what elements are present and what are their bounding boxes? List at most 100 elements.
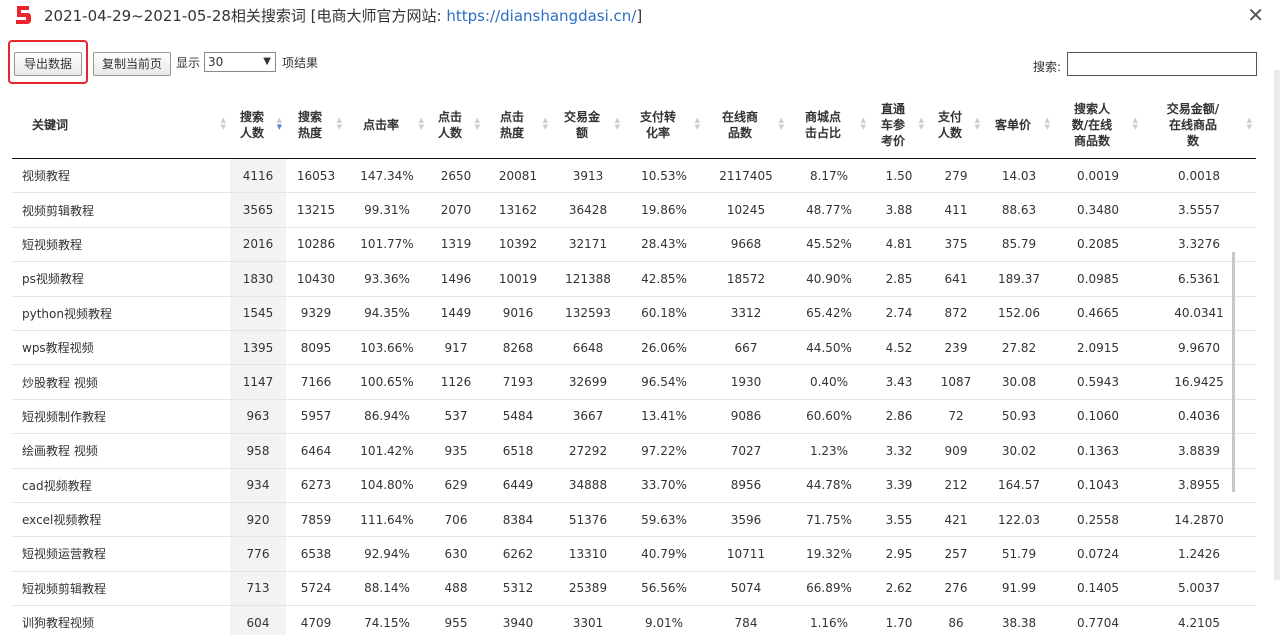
column-header-label: 关键词 <box>32 118 69 132</box>
table-cell: 212 <box>928 468 984 503</box>
page-size-select[interactable]: 30 ▼ <box>204 52 276 72</box>
results-table: 关键词 ▲ ▼ 搜索 人数 ▲ ▼ 搜索 热度 ▲ ▼ 点击率 ▲ ▼ 点击 人数 ▲ ▼ 点击 热度 ▲ ▼ 交易金额 ▲ ▼… <box>12 92 1256 635</box>
column-header-label: 搜索 热度 <box>297 110 322 140</box>
sort-icon[interactable]: ▲ ▼ <box>277 117 282 131</box>
table-cell: 9086 <box>704 399 788 435</box>
table-cell: 104.80% <box>346 468 428 503</box>
sort-icon[interactable]: ▲ ▼ <box>695 117 700 131</box>
column-header[interactable]: 商城点 击占比 ▲ ▼ <box>788 92 870 159</box>
table-cell: 934 <box>230 468 286 503</box>
table-cell: 5724 <box>286 571 346 607</box>
table-cell: 958 <box>230 433 286 469</box>
table-cell: 5957 <box>286 399 346 435</box>
column-header[interactable]: 在线商 品数 ▲ ▼ <box>704 92 788 159</box>
column-header[interactable]: 关键词 ▲ ▼ <box>12 92 230 159</box>
toolbar: 导出数据 复制当前页 显示 30 ▼ 项结果 搜索: <box>0 32 1280 92</box>
table-cell: 1395 <box>230 330 286 366</box>
table-cell: 6518 <box>484 433 552 469</box>
sort-icon[interactable]: ▲ ▼ <box>779 117 784 131</box>
show-label: 显示 <box>176 56 201 70</box>
table-cell: 32171 <box>552 227 624 263</box>
sort-icon[interactable]: ▲ ▼ <box>861 117 866 131</box>
table-cell: 94.35% <box>346 296 428 331</box>
sort-icon[interactable]: ▲ ▼ <box>1133 117 1138 131</box>
table-cell: 1830 <box>230 261 286 297</box>
sort-icon[interactable]: ▲ ▼ <box>337 117 342 131</box>
column-header-label: 交易金额 <box>563 110 600 140</box>
table-cell: 56.56% <box>624 571 704 607</box>
table-cell: 16.9425 <box>1142 364 1256 400</box>
column-header[interactable]: 点击率 ▲ ▼ <box>346 92 428 159</box>
column-header-label: 支付转 化率 <box>639 110 676 140</box>
table-cell: 10019 <box>484 261 552 297</box>
column-header[interactable]: 交易金额/在线商品数 ▲ ▼ <box>1142 92 1256 159</box>
table-cell: 48.77% <box>788 192 870 228</box>
table-cell: 2.74 <box>870 296 928 331</box>
sort-icon[interactable]: ▲ ▼ <box>221 117 226 131</box>
close-icon[interactable]: ✕ <box>1247 3 1264 27</box>
table-cell: 59.63% <box>624 502 704 538</box>
table-cell: 1.2426 <box>1142 536 1256 572</box>
table-cell: 4.52 <box>870 330 928 366</box>
table-cell: 963 <box>230 399 286 435</box>
copy-page-button[interactable]: 复制当前页 <box>93 52 171 76</box>
table-cell: 537 <box>428 399 484 435</box>
table-cell: 36428 <box>552 192 624 228</box>
table-cell: 122.03 <box>984 502 1054 538</box>
column-header[interactable]: 交易金额 ▲ ▼ <box>552 92 624 159</box>
keyword-cell: 短视频制作教程 <box>12 399 230 435</box>
page-scrollbar[interactable] <box>1274 70 1280 580</box>
table-cell: 3913 <box>552 158 624 194</box>
table-cell: 60.60% <box>788 399 870 435</box>
table-header-row: 关键词 ▲ ▼ 搜索 人数 ▲ ▼ 搜索 热度 ▲ ▼ 点击率 ▲ ▼ 点击 人数 ▲ ▼ 点击 热度 ▲ ▼ 交易金额 ▲ ▼… <box>12 92 1256 159</box>
table-cell: 103.66% <box>346 330 428 366</box>
table-cell: 0.1363 <box>1054 433 1142 469</box>
sort-icon[interactable]: ▲ ▼ <box>543 117 548 131</box>
sort-icon[interactable]: ▲ ▼ <box>919 117 924 131</box>
column-header[interactable]: 点击 热度 ▲ ▼ <box>484 92 552 159</box>
column-header[interactable]: 支付转 化率 ▲ ▼ <box>624 92 704 159</box>
table-cell: 152.06 <box>984 296 1054 331</box>
table-cell: 1545 <box>230 296 286 331</box>
table-cell: 3.8839 <box>1142 433 1256 469</box>
column-header[interactable]: 点击 人数 ▲ ▼ <box>428 92 484 159</box>
sort-icon[interactable]: ▲ ▼ <box>419 117 424 131</box>
keyword-cell: 炒股教程 视频 <box>12 364 230 400</box>
column-header[interactable]: 搜索 热度 ▲ ▼ <box>286 92 346 159</box>
table-row: cad视频教程 934 6273 104.80% 629 6449 34888 33.70% 8… <box>12 468 1256 503</box>
table-cell: 9.9670 <box>1142 330 1256 366</box>
sort-icon[interactable]: ▲ ▼ <box>1247 117 1252 131</box>
table-cell: 91.99 <box>984 571 1054 607</box>
table-cell: 4.2105 <box>1142 605 1256 635</box>
table-cell: 19.86% <box>624 192 704 228</box>
sort-icon[interactable]: ▲ ▼ <box>475 117 480 131</box>
column-header[interactable]: 搜索 人数 ▲ ▼ <box>230 92 286 159</box>
table-cell: 7859 <box>286 502 346 538</box>
sort-icon[interactable]: ▲ ▼ <box>975 117 980 131</box>
table-cell: 8268 <box>484 330 552 366</box>
table-cell: 96.54% <box>624 364 704 400</box>
table-cell: 88.14% <box>346 571 428 607</box>
table-cell: 1.50 <box>870 158 928 194</box>
table-cell: 375 <box>928 227 984 263</box>
title-url-link[interactable]: https://dianshangdasi.cn/ <box>446 7 636 25</box>
export-data-button[interactable]: 导出数据 <box>14 52 82 76</box>
table-cell: 257 <box>928 536 984 572</box>
column-header-label: 点击率 <box>362 118 399 132</box>
table-cell: 2.62 <box>870 571 928 607</box>
column-header[interactable]: 搜索人 数/在线 商品数 ▲ ▼ <box>1054 92 1142 159</box>
sort-icon[interactable]: ▲ ▼ <box>615 117 620 131</box>
table-cell: 7027 <box>704 433 788 469</box>
table-cell: 3.32 <box>870 433 928 469</box>
search-input[interactable] <box>1067 52 1257 76</box>
sort-icon[interactable]: ▲ ▼ <box>1045 117 1050 131</box>
table-scroll-indicator[interactable] <box>1232 252 1235 492</box>
column-header[interactable]: 支付 人数 ▲ ▼ <box>928 92 984 159</box>
table-cell: 97.22% <box>624 433 704 469</box>
column-header[interactable]: 客单价 ▲ ▼ <box>984 92 1054 159</box>
column-header[interactable]: 直通 车参 考价 ▲ ▼ <box>870 92 928 159</box>
results-table-container: 关键词 ▲ ▼ 搜索 人数 ▲ ▼ 搜索 热度 ▲ ▼ 点击率 ▲ ▼ 点击 人数 ▲ ▼ 点击 热度 ▲ ▼ 交易金额 ▲ ▼… <box>12 92 1256 635</box>
table-cell: 3940 <box>484 605 552 635</box>
column-header-label: 点击 热度 <box>499 110 524 140</box>
table-cell: 239 <box>928 330 984 366</box>
